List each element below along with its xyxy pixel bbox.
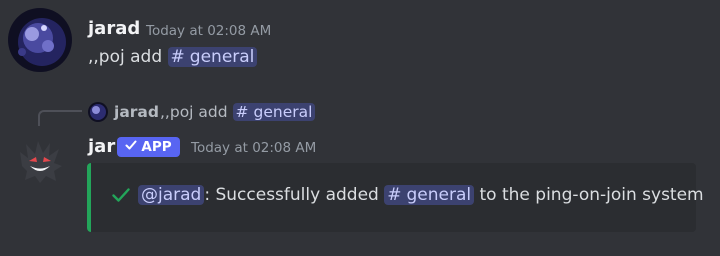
checkmark-icon [111,185,131,209]
reply-connector [38,110,82,126]
channel-mention-label: general [253,103,313,121]
channel-mention[interactable]: # general [167,47,258,67]
message-text: ,,poj add [88,47,163,67]
embed-description: @jarad: Successfully added # general to t… [138,183,704,207]
channel-mention[interactable]: # general [384,185,475,205]
app-badge: APP [117,137,180,157]
channel-mention-label: general [406,185,472,205]
avatar-jar[interactable] [16,136,64,184]
user-mention[interactable]: @jarad [138,185,205,205]
app-badge-label: APP [141,139,172,155]
checkmark-icon [125,137,137,157]
hash-icon: # [170,47,185,67]
hash-icon: # [387,185,402,205]
reply-preview-text: ,,poj add [160,103,228,121]
embed-card: @jarad: Successfully added # general to t… [87,163,704,232]
message-content: ,,poj add # general [88,45,258,69]
embed-text: to the ping-on-join system [479,185,704,205]
embed-text: : Successfully added [204,185,379,205]
message-timestamp: Today at 02:08 AM [191,140,317,156]
reply-username[interactable]: jarad [114,101,159,123]
hash-icon: # [235,103,249,121]
reply-avatar[interactable] [88,102,108,122]
message-timestamp: Today at 02:08 AM [146,23,272,39]
message-username[interactable]: jarad [88,18,140,40]
avatar-jarad[interactable] [8,8,72,72]
channel-mention-label: general [189,47,255,67]
reply-preview[interactable]: ,,poj add # general [160,101,316,123]
channel-mention[interactable]: # general [232,103,316,121]
message-username[interactable]: jar [88,136,115,158]
